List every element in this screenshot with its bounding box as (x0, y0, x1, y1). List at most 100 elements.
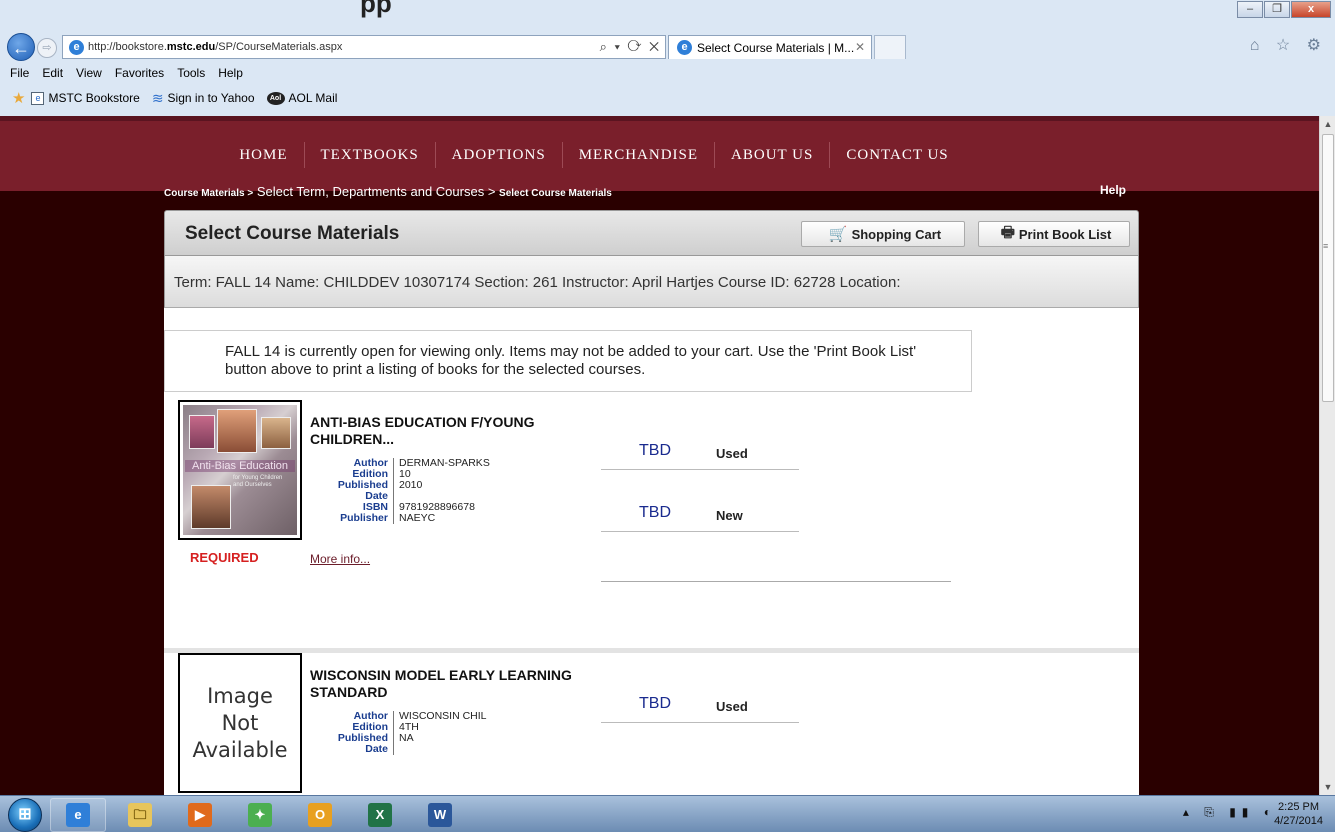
start-button[interactable]: ⊞ (8, 798, 42, 832)
notice-text: FALL 14 is currently open for viewing on… (225, 343, 917, 378)
vertical-scrollbar[interactable]: ▲ ≡ ▼ (1319, 116, 1335, 795)
forward-button[interactable]: ⇨ (37, 38, 57, 58)
tab-close-icon[interactable]: ✕ (855, 40, 865, 54)
nav-contact-us[interactable]: CONTACT US (830, 142, 964, 168)
scroll-thumb[interactable] (1322, 134, 1334, 402)
menu-edit[interactable]: Edit (42, 66, 63, 80)
scroll-down-icon[interactable]: ▼ (1320, 779, 1335, 795)
taskbar-word[interactable]: W (412, 798, 468, 832)
address-bar[interactable]: e http://bookstore.mstc.edu/SP/CourseMat… (62, 35, 666, 59)
scroll-grip-icon: ≡ (1323, 241, 1329, 251)
nav-adoptions[interactable]: ADOPTIONS (436, 142, 563, 168)
favorites-bar: ★ e MSTC Bookstore ≋ Sign in to Yahoo Ao… (0, 87, 1335, 109)
breadcrumb: Course Materials > Select Term, Departme… (164, 184, 612, 199)
word-icon: W (428, 803, 452, 827)
book-item: Image Not Available WISCONSIN MODEL EARL… (164, 653, 1139, 795)
help-link[interactable]: Help (1100, 183, 1126, 197)
cover-photo (191, 485, 231, 529)
course-materials-content: FALL 14 is currently open for viewing on… (164, 308, 1139, 795)
tab-ie-icon: e (677, 40, 692, 55)
ie-page-icon: e (69, 40, 84, 55)
media-player-icon: ▶ (188, 803, 212, 827)
taskbar-file-explorer[interactable]: 🗀 (112, 798, 168, 832)
back-button[interactable]: ← (7, 33, 35, 61)
nav-merchandise[interactable]: MERCHANDISE (563, 142, 716, 168)
minimize-button[interactable]: – (1237, 1, 1263, 18)
menu-favorites[interactable]: Favorites (115, 66, 164, 80)
book-cover-image[interactable]: Anti-Bias Education for Young Children a… (178, 400, 302, 540)
no-image-line: Available (192, 737, 288, 762)
scroll-up-icon[interactable]: ▲ (1320, 116, 1335, 132)
viewing-only-notice: FALL 14 is currently open for viewing on… (164, 330, 972, 392)
book-title: WISCONSIN MODEL EARLY LEARNING STANDARD (310, 667, 572, 700)
no-image-line: Not (221, 710, 259, 735)
book-item: Anti-Bias Education for Young Children a… (164, 400, 1139, 640)
more-info-link[interactable]: More info... (310, 552, 370, 566)
menu-tools[interactable]: Tools (177, 66, 205, 80)
taskbar-clock[interactable]: 2:25 PM 4/27/2014 (1274, 800, 1323, 828)
menu-help[interactable]: Help (218, 66, 243, 80)
taskbar-outlook[interactable]: O (292, 798, 348, 832)
date-value (394, 744, 487, 755)
favorites-star-icon[interactable]: ★ (12, 89, 25, 107)
taskbar-internet-explorer[interactable]: e (50, 798, 106, 832)
favorite-mstc-bookstore[interactable]: e MSTC Bookstore (31, 91, 140, 105)
breadcrumb-select-term[interactable]: Select Term, Departments and Courses (253, 184, 488, 199)
menu-view[interactable]: View (76, 66, 102, 80)
print-book-list-label: Print Book List (1018, 226, 1112, 242)
maximize-button[interactable]: ❐ (1264, 1, 1290, 18)
taskbar-media-player[interactable]: ▶ (172, 798, 228, 832)
breadcrumb-separator: > (487, 184, 500, 199)
internet-explorer-icon: e (66, 803, 90, 827)
cover-photo (217, 409, 257, 453)
print-book-list-button[interactable]: 🖶 Print Book List (978, 221, 1130, 247)
aol-icon: Aol (266, 91, 285, 105)
app-icon: ✦ (248, 803, 272, 827)
publisher-value: NAEYC (399, 512, 436, 524)
new-tab-button[interactable] (874, 35, 906, 59)
condition-label: New (716, 508, 743, 523)
url-text[interactable]: http://bookstore.mstc.edu/SP/CourseMater… (88, 41, 342, 53)
site-nav: HOME TEXTBOOKS ADOPTIONS MERCHANDISE ABO… (0, 116, 1319, 191)
breadcrumb-current: Select Course Materials (499, 188, 612, 199)
url-path: /SP/CourseMaterials.aspx (215, 41, 343, 53)
clock-time: 2:25 PM (1278, 801, 1320, 813)
term-info-bar: Term: FALL 14 Name: CHILDDEV 10307174 Se… (164, 256, 1139, 308)
window-controls: – ❐ x (1236, 1, 1331, 18)
window-title-fragment: pp (360, 0, 392, 18)
taskbar-app[interactable]: ✦ (232, 798, 288, 832)
favorite-label: Sign in to Yahoo (167, 91, 255, 105)
price-value: TBD (639, 442, 671, 459)
favorite-aol-mail[interactable]: Aol AOL Mail (266, 91, 338, 105)
url-domain: mstc.edu (166, 41, 216, 53)
system-tray-icons[interactable]: ▴ ⎘ ▮▮ ◐ (1183, 805, 1277, 820)
book-cover-image[interactable]: Image Not Available (178, 653, 302, 793)
folder-icon: 🗀 (128, 803, 152, 827)
url-prefix: http://bookstore. (88, 41, 167, 53)
term-info-text: Term: FALL 14 Name: CHILDDEV 10307174 Se… (174, 274, 901, 291)
published-value: 2010 (399, 479, 423, 491)
menu-bar: File Edit View Favorites Tools Help (0, 62, 1335, 84)
home-favorites-tools-icons[interactable]: ⌂ ☆ ⚙ (1250, 35, 1327, 55)
price-row-new: TBD New (601, 498, 799, 532)
outlook-icon: O (308, 803, 332, 827)
breadcrumb-course-materials[interactable]: Course Materials > (164, 188, 253, 199)
book-details: Author DERMAN-SPARKS Edition 10 Publishe… (310, 458, 490, 524)
publisher-label: Publisher (310, 513, 394, 524)
windows-taskbar: ⊞ e 🗀 ▶ ✦ O X W ▴ ⎘ ▮▮ ◐ 2:25 PM 4/27/20… (0, 795, 1335, 832)
address-tools[interactable]: ⌕ ▾ ⟳ ✕ (600, 39, 661, 55)
taskbar-excel[interactable]: X (352, 798, 408, 832)
favorite-label: AOL Mail (288, 91, 338, 105)
cover-photo (189, 415, 215, 449)
price-row-used: TBD Used (601, 689, 799, 723)
required-label: REQUIRED (190, 550, 259, 565)
nav-textbooks[interactable]: TEXTBOOKS (305, 142, 436, 168)
close-window-button[interactable]: x (1291, 1, 1331, 18)
menu-file[interactable]: File (10, 66, 29, 80)
cover-title: Anti-Bias Education (185, 460, 295, 472)
tab-select-course-materials[interactable]: e Select Course Materials | M... ✕ (668, 35, 872, 59)
favorite-sign-in-yahoo[interactable]: ≋ Sign in to Yahoo (152, 90, 255, 107)
nav-about-us[interactable]: ABOUT US (715, 142, 831, 168)
shopping-cart-button[interactable]: 🛒 Shopping Cart (801, 221, 965, 247)
nav-home[interactable]: HOME (239, 142, 305, 168)
